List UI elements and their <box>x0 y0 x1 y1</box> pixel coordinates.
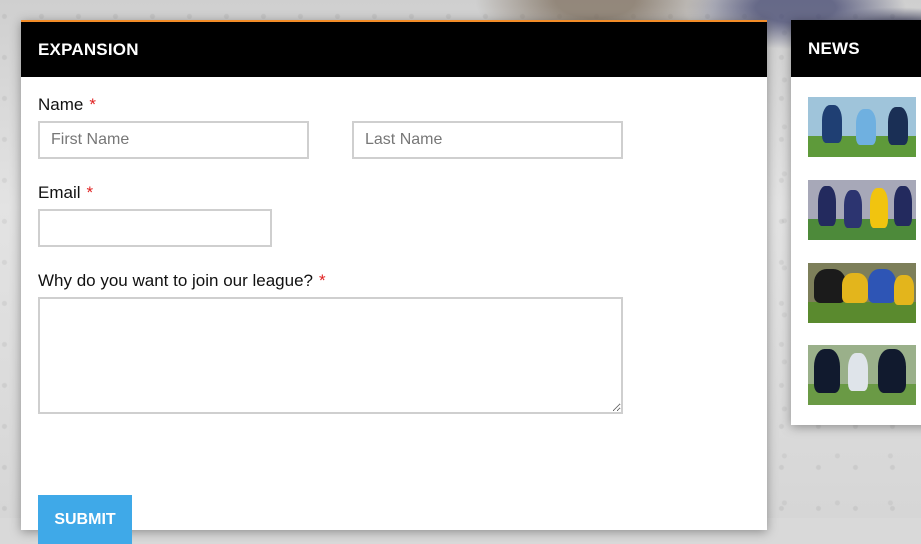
thumbnail-player <box>894 275 914 305</box>
news-panel: NEWS <box>791 20 921 425</box>
news-thumbnail[interactable] <box>808 97 916 157</box>
thumbnail-player <box>818 186 836 226</box>
news-thumbnail[interactable] <box>808 263 916 323</box>
thumbnail-player <box>878 349 906 393</box>
expansion-header: EXPANSION <box>21 20 767 77</box>
email-input[interactable] <box>38 209 272 247</box>
thumbnail-player <box>870 188 888 228</box>
thumbnail-player <box>894 186 912 226</box>
email-label-text: Email <box>38 183 81 202</box>
expansion-title: EXPANSION <box>38 39 139 59</box>
thumbnail-player <box>888 107 908 145</box>
thumbnail-grass <box>808 302 916 323</box>
thumbnail-player <box>868 269 896 303</box>
name-label-text: Name <box>38 95 84 114</box>
news-thumbnail[interactable] <box>808 180 916 240</box>
thumbnail-player <box>822 105 842 143</box>
why-join-label: Why do you want to join our league? * <box>38 271 326 291</box>
thumbnail-player <box>848 353 868 391</box>
required-asterisk: * <box>89 95 96 114</box>
email-label: Email * <box>38 183 93 203</box>
news-title: NEWS <box>808 38 860 58</box>
thumbnail-player <box>814 349 840 393</box>
why-join-label-text: Why do you want to join our league? <box>38 271 314 290</box>
news-thumbnail[interactable] <box>808 345 916 405</box>
first-name-input[interactable] <box>38 121 309 159</box>
thumbnail-player <box>844 190 862 228</box>
thumbnail-player <box>856 109 876 145</box>
news-header: NEWS <box>791 20 921 77</box>
name-label: Name * <box>38 95 96 115</box>
required-asterisk: * <box>86 183 94 202</box>
thumbnail-player <box>842 273 868 303</box>
expansion-panel: EXPANSION Name * Email * Why do you want t… <box>21 20 767 544</box>
submit-button[interactable]: SUBMIT <box>38 495 132 544</box>
why-join-textarea[interactable] <box>38 297 623 414</box>
required-asterisk: * <box>319 271 326 290</box>
last-name-input[interactable] <box>352 121 623 159</box>
